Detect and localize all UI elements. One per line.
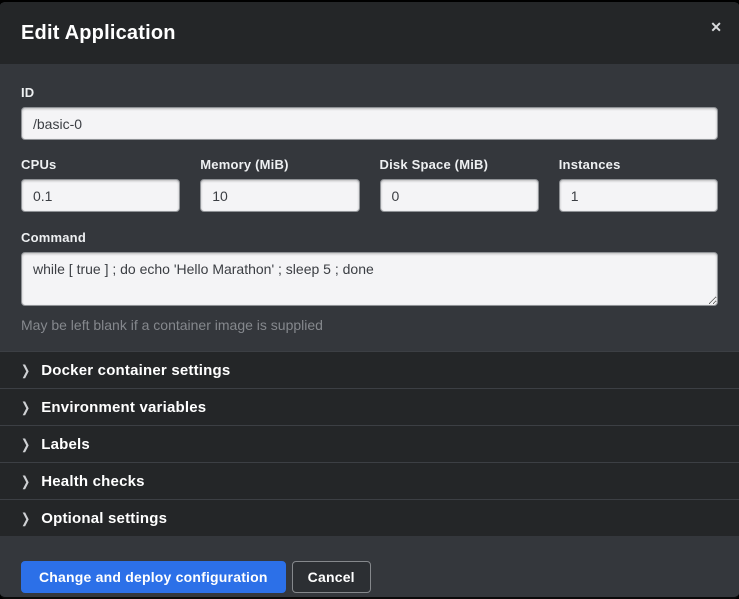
edit-application-modal: Edit Application ✕ ID CPUs Memory (MiB)	[0, 0, 739, 599]
command-help-text: May be left blank if a container image i…	[21, 317, 718, 333]
close-button[interactable]: ✕	[706, 16, 726, 38]
id-label: ID	[21, 85, 718, 100]
memory-label: Memory (MiB)	[200, 157, 359, 172]
cpus-label: CPUs	[21, 157, 180, 172]
section-label: Environment variables	[41, 399, 206, 416]
chevron-right-icon: ❯	[21, 436, 30, 452]
change-and-deploy-button[interactable]: Change and deploy configuration	[21, 561, 286, 593]
instances-input[interactable]	[559, 179, 718, 212]
instances-label: Instances	[559, 157, 718, 172]
command-field-group: Command while [ true ] ; do echo 'Hello …	[21, 230, 718, 333]
id-field-group: ID	[21, 85, 718, 140]
section-label: Health checks	[41, 473, 144, 490]
cancel-button[interactable]: Cancel	[292, 561, 371, 593]
close-icon: ✕	[710, 19, 722, 35]
section-health-checks[interactable]: ❯ Health checks	[0, 462, 739, 499]
chevron-right-icon: ❯	[21, 510, 30, 526]
application-form: ID CPUs Memory (MiB) Disk Space (MiB) In	[0, 64, 739, 333]
command-textarea[interactable]: while [ true ] ; do echo 'Hello Marathon…	[21, 252, 718, 306]
section-optional-settings[interactable]: ❯ Optional settings	[0, 499, 739, 536]
modal-header: Edit Application ✕	[0, 2, 739, 64]
modal-title: Edit Application	[21, 22, 176, 45]
cpus-field-group: CPUs	[21, 157, 180, 212]
command-label: Command	[21, 230, 718, 245]
modal-body: ID CPUs Memory (MiB) Disk Space (MiB) In	[0, 64, 739, 536]
section-label: Optional settings	[41, 510, 167, 527]
memory-field-group: Memory (MiB)	[200, 157, 359, 212]
instances-field-group: Instances	[559, 157, 718, 212]
chevron-right-icon: ❯	[21, 362, 30, 378]
chevron-right-icon: ❯	[21, 473, 30, 489]
modal-footer: Change and deploy configuration Cancel	[0, 536, 739, 599]
cpus-input[interactable]	[21, 179, 180, 212]
section-environment-variables[interactable]: ❯ Environment variables	[0, 388, 739, 425]
section-labels[interactable]: ❯ Labels	[0, 425, 739, 462]
section-label: Docker container settings	[41, 362, 230, 379]
disk-label: Disk Space (MiB)	[380, 157, 539, 172]
chevron-right-icon: ❯	[21, 399, 30, 415]
memory-input[interactable]	[200, 179, 359, 212]
section-label: Labels	[41, 436, 90, 453]
disk-field-group: Disk Space (MiB)	[380, 157, 539, 212]
accordion: ❯ Docker container settings ❯ Environmen…	[0, 351, 739, 536]
id-input[interactable]	[21, 107, 718, 140]
resources-row: CPUs Memory (MiB) Disk Space (MiB) Insta…	[21, 157, 718, 212]
disk-input[interactable]	[380, 179, 539, 212]
section-docker-container-settings[interactable]: ❯ Docker container settings	[0, 351, 739, 388]
